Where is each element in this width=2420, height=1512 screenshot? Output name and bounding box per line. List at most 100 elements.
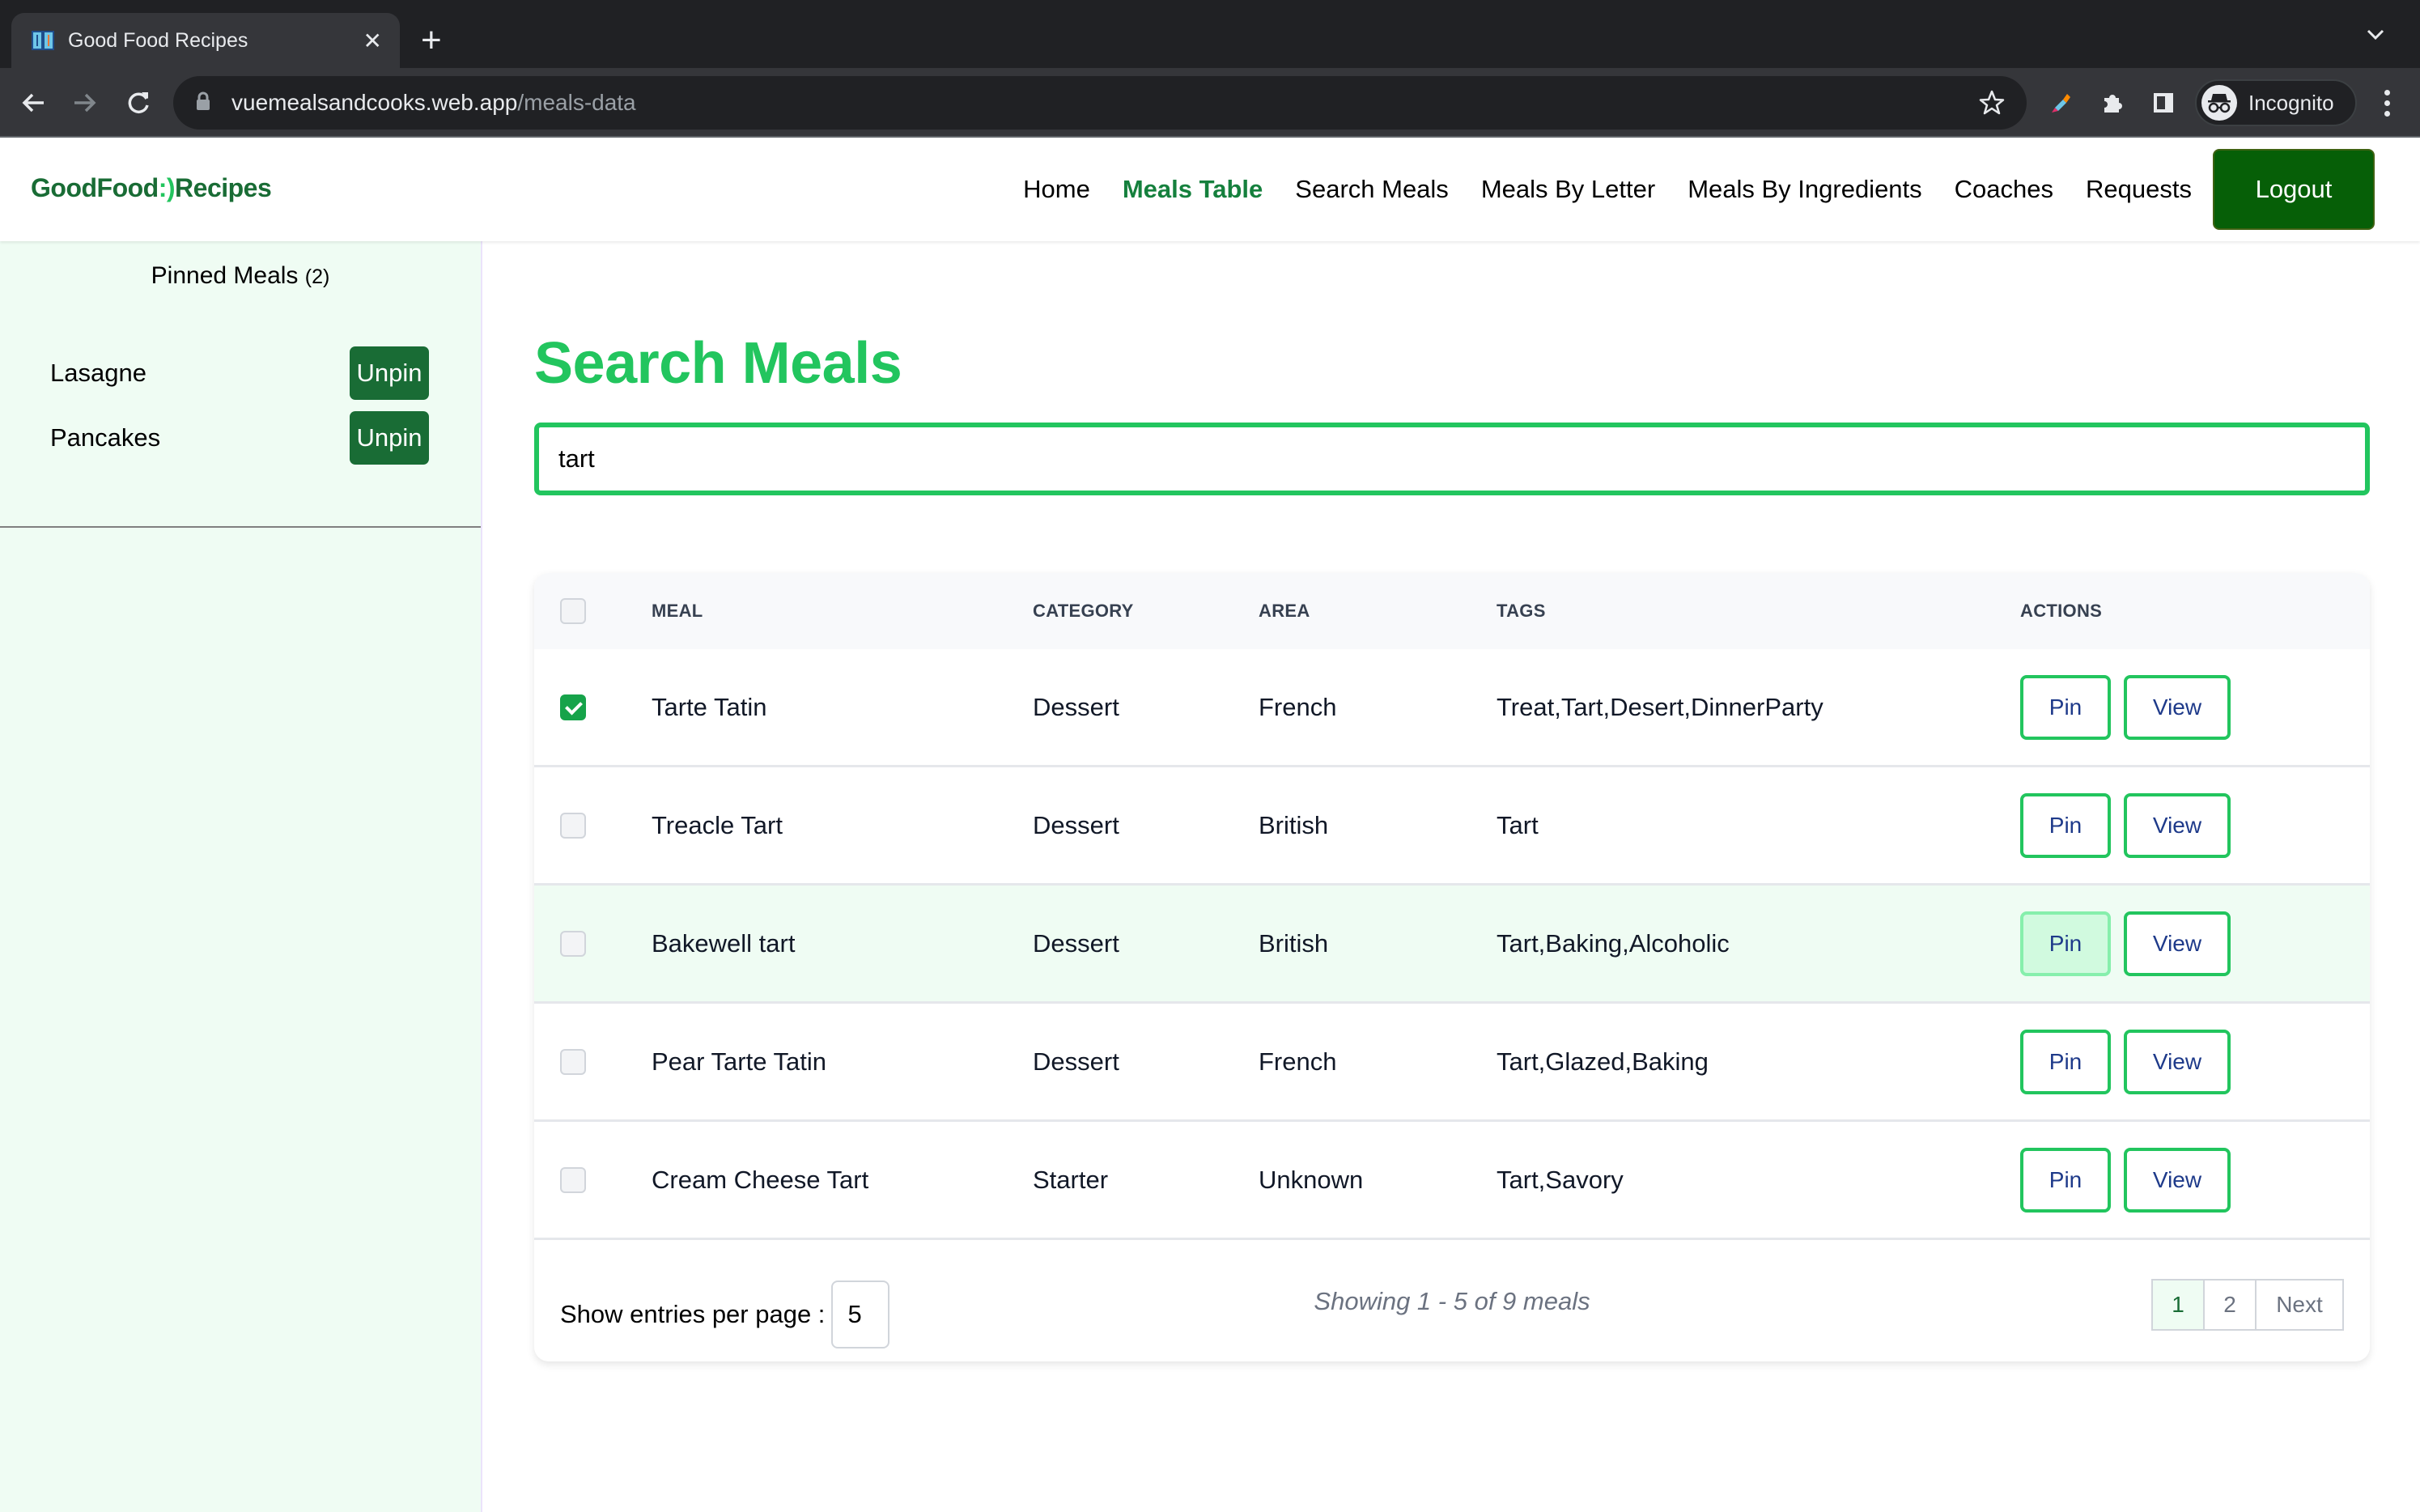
meal-category: Dessert [1033,1047,1119,1076]
nav-link-search-meals[interactable]: Search Meals [1295,175,1449,204]
browser-tab-active[interactable]: Good Food Recipes ✕ [11,13,400,68]
table-row[interactable]: Tarte Tatin Dessert French Treat,Tart,De… [534,649,2370,767]
column-header-meal[interactable]: MEAL [652,573,703,649]
address-bar[interactable]: vuemealsandcooks.web.app/meals-data [173,76,2027,130]
tab-title: Good Food Recipes [68,28,248,52]
row-actions: Pin View [2020,1004,2244,1119]
plus-icon[interactable]: + [421,19,442,62]
nav-link-requests[interactable]: Requests [2086,175,2192,204]
logo-smile: :) [158,173,176,202]
meal-area: British [1259,810,1329,839]
meal-area: French [1259,692,1337,721]
pinned-meals-heading: Pinned Meals (2) [0,262,481,290]
profile-button[interactable]: Incognito [2195,79,2357,126]
view-button[interactable]: View [2124,792,2231,858]
row-actions: Pin View [2020,1122,2244,1238]
row-checkbox[interactable] [560,1048,586,1075]
site-logo[interactable]: GoodFood:)Recipes [31,173,272,203]
puzzle-icon[interactable] [2094,84,2131,121]
row-checkbox-cell [534,1004,607,1119]
logo-text-recipes: Recipes [175,173,272,202]
view-button[interactable]: View [2124,1029,2231,1094]
nav-link-meals-table[interactable]: Meals Table [1123,175,1263,204]
side-panel-icon[interactable] [2145,84,2182,121]
unpin-button[interactable]: Unpin [350,411,429,465]
pinned-meal-item: Lasagne Unpin [50,346,429,400]
meal-tags: Tart [1497,810,1539,839]
unpin-button[interactable]: Unpin [350,346,429,400]
header-checkbox-cell [534,573,607,649]
view-button[interactable]: View [2124,1147,2231,1213]
logo-text-goodfood: GoodFood [31,173,159,202]
eyedropper-icon[interactable] [2041,84,2078,121]
pinned-meals-count: (2) [304,265,330,288]
meal-category: Dessert [1033,692,1119,721]
nav-link-meals-by-letter[interactable]: Meals By Letter [1481,175,1655,204]
row-checkbox[interactable] [560,812,586,839]
column-header-category[interactable]: CATEGORY [1033,573,1134,649]
meal-name: Pear Tarte Tatin [652,1047,826,1076]
nav-link-home[interactable]: Home [1023,175,1090,204]
select-all-checkbox[interactable] [560,598,586,624]
row-actions: Pin View [2020,767,2244,883]
entries-per-page-input[interactable]: 5 [831,1281,890,1348]
row-checkbox-cell [534,886,607,1001]
view-button[interactable]: View [2124,674,2231,740]
row-checkbox-cell [534,1122,607,1238]
arrow-right-icon[interactable] [66,84,104,121]
kebab-menu-icon[interactable] [2375,84,2399,121]
pinned-meal-name: Lasagne [50,359,146,387]
meal-tags: Tart,Savory [1497,1165,1624,1194]
row-checkbox[interactable] [560,930,586,957]
column-header-area[interactable]: AREA [1259,573,1310,649]
incognito-icon [2201,85,2237,121]
page-button-1[interactable]: 1 [2153,1281,2205,1329]
nav-links: Home Meals Table Search Meals Meals By L… [1023,138,2420,241]
meal-name: Tarte Tatin [652,692,767,721]
entries-per-page: Show entries per page : 5 [560,1281,890,1348]
meal-tags: Tart,Glazed,Baking [1497,1047,1709,1076]
star-icon[interactable] [1978,89,2006,121]
url-host: vuemealsandcooks.web.app [231,90,518,115]
recipe-book-icon [31,28,55,53]
nav-link-meals-by-ingredients[interactable]: Meals By Ingredients [1688,175,1921,204]
nav-link-coaches[interactable]: Coaches [1955,175,2053,204]
meal-tags: Treat,Tart,Desert,DinnerParty [1497,692,1823,721]
meal-area: British [1259,928,1329,958]
pin-button[interactable]: Pin [2020,1029,2111,1094]
pinned-meal-item: Pancakes Unpin [50,411,429,465]
page-button-2[interactable]: 2 [2205,1281,2257,1329]
entries-per-page-label: Show entries per page : [560,1300,826,1328]
view-button[interactable]: View [2124,911,2231,976]
pin-button[interactable]: Pin [2020,792,2111,858]
close-icon[interactable]: ✕ [363,28,382,54]
row-checkbox[interactable] [560,1166,586,1193]
chevron-down-icon[interactable] [2365,24,2386,49]
meal-area: French [1259,1047,1337,1076]
pinned-meals-sidebar: Pinned Meals (2) Lasagne Unpin Pancakes … [0,241,482,1512]
logout-button[interactable]: Logout [2213,149,2375,230]
table-row[interactable]: Treacle Tart Dessert British Tart Pin Vi… [534,767,2370,886]
meal-tags: Tart,Baking,Alcoholic [1497,928,1730,958]
url-path: /meals-data [517,90,636,115]
meal-name: Treacle Tart [652,810,783,839]
lock-icon [196,91,210,115]
pinned-meal-name: Pancakes [50,423,161,452]
reload-icon[interactable] [120,84,157,121]
meal-category: Dessert [1033,928,1119,958]
search-input[interactable] [534,423,2370,495]
column-header-tags[interactable]: TAGS [1497,573,1546,649]
app-navbar: GoodFood:)Recipes Home Meals Table Searc… [0,138,2420,241]
arrow-left-icon[interactable] [15,84,52,121]
browser-tab-strip: Good Food Recipes ✕ + [0,0,2420,68]
pin-button[interactable]: Pin [2020,911,2111,976]
table-row[interactable]: Pear Tarte Tatin Dessert French Tart,Gla… [534,1004,2370,1122]
pin-button[interactable]: Pin [2020,674,2111,740]
page-title: Search Meals [534,331,902,396]
next-page-button[interactable]: Next [2257,1281,2342,1329]
pin-button[interactable]: Pin [2020,1147,2111,1213]
table-row[interactable]: Bakewell tart Dessert British Tart,Bakin… [534,886,2370,1004]
meal-category: Starter [1033,1165,1109,1194]
table-row[interactable]: Cream Cheese Tart Starter Unknown Tart,S… [534,1122,2370,1240]
row-checkbox[interactable] [560,694,586,720]
